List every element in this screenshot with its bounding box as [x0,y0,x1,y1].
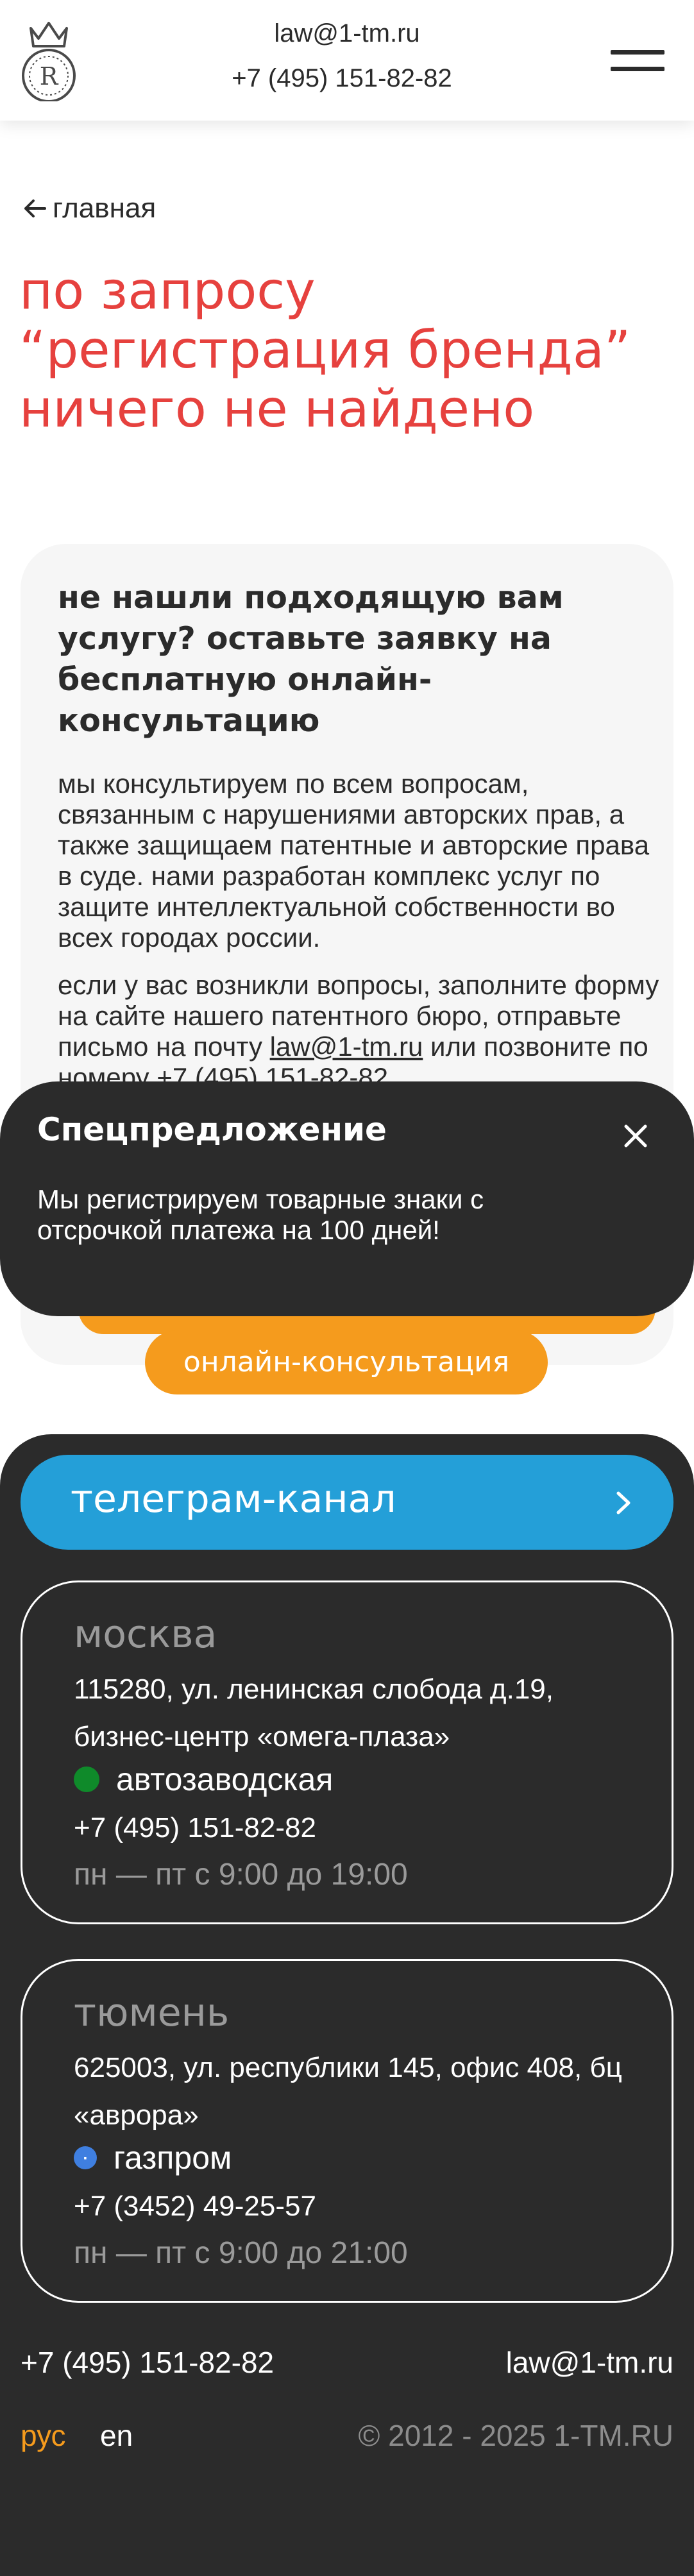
consultation-email-link[interactable]: law@1-tm.ru [270,1031,423,1062]
special-offer-popup: Спецпредложение Мы регистрируем товарные… [0,1081,694,1316]
office-metro-label: автозаводская [116,1761,334,1797]
telegram-channel-label: телеграм-канал [71,1477,396,1521]
back-link-label: главная [53,192,157,224]
footer-section: телеграм-канал москва 115280, ул. ленинс… [0,1434,694,2576]
popup-title: Спецпредложение [37,1111,387,1148]
arrow-left-icon [24,199,46,217]
telegram-channel-button[interactable]: телеграм-канал [21,1455,673,1550]
header-email-link[interactable]: law@1-tm.ru [0,19,694,48]
chevron-right-icon [616,1491,631,1514]
language-en-link[interactable]: en [100,2418,133,2453]
header-phone-link[interactable]: +7 (495) 151-82-82 [0,64,684,93]
menu-icon[interactable] [611,45,667,76]
back-link[interactable]: главная [23,192,156,225]
bus-stop-icon: ▪ [74,2146,97,2169]
office-city: тюмень [74,1990,230,2035]
site-header: R law@1-tm.ru +7 (495) 151-82-82 [0,0,694,121]
metro-line-icon [74,1767,99,1792]
footer-email-link[interactable]: law@1-tm.ru [506,2345,673,2380]
consultation-paragraph-1: мы консультируем по всем вопросам, связа… [58,768,650,953]
office-city: москва [74,1612,217,1657]
office-card-moscow: москва 115280, ул. ленинская слобода д.1… [21,1580,673,1924]
office-card-tyumen: тюмень 625003, ул. республики 145, офис … [21,1959,673,2303]
office-metro-label: газпром [114,2140,232,2176]
office-metro: автозаводская [74,1761,333,1798]
close-icon[interactable] [620,1120,652,1152]
office-hours: пн — пт с 9:00 до 19:00 [74,1858,408,1892]
office-phone-link[interactable]: +7 (3452) 49-25-57 [74,2190,316,2223]
office-address: 625003, ул. республики 145, офис 408, бц… [74,2052,622,2131]
office-hours: пн — пт с 9:00 до 21:00 [74,2236,408,2270]
office-address: 115280, ул. ленинская слобода д.19, бизн… [74,1674,554,1752]
consultation-heading: не нашли подходящую вам услугу? оставьте… [58,579,564,739]
copyright: © 2012 - 2025 1-TM.RU [358,2419,673,2452]
popup-text: Мы регистрируем товарные знаки с отсрочк… [37,1184,484,1245]
page-title: по запросу “регистрация бренда” ничего н… [19,261,631,439]
office-metro: ▪ газпром [74,2139,232,2176]
consultation-paragraph-2: если у вас возникли вопросы, заполните ф… [58,970,659,1092]
office-phone-link[interactable]: +7 (495) 151-82-82 [74,1812,316,1844]
online-consultation-button[interactable]: онлайн-консультация [145,1330,548,1394]
language-ru-link[interactable]: рус [21,2418,66,2453]
footer-phone-link[interactable]: +7 (495) 151-82-82 [21,2345,274,2380]
